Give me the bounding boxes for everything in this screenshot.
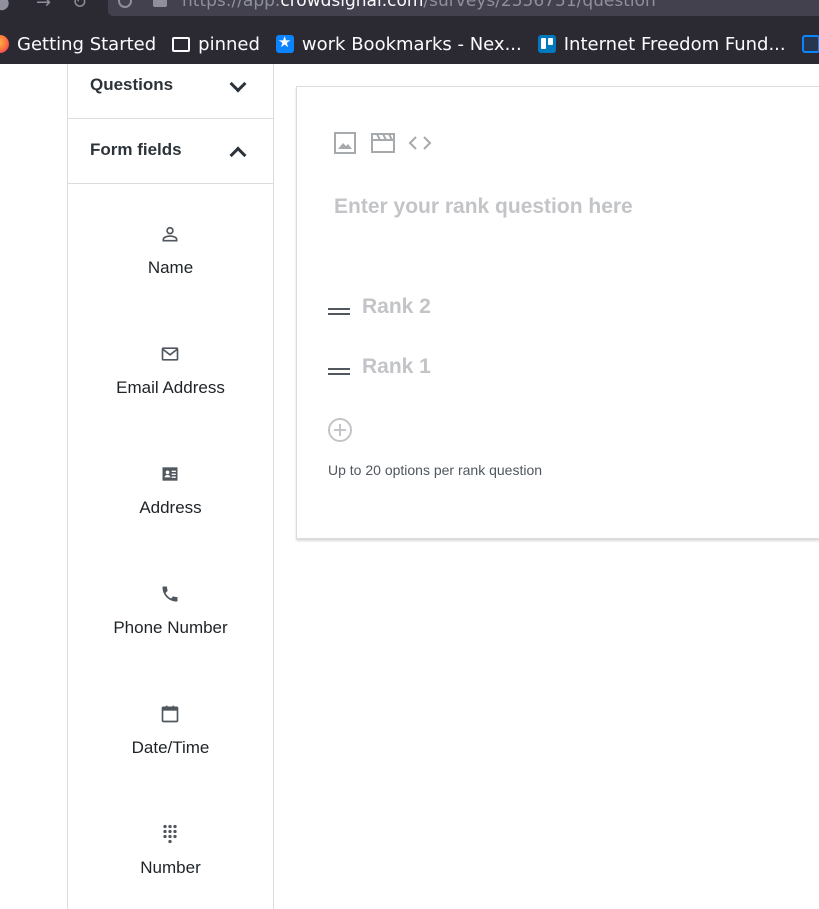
firefox-icon [0, 35, 9, 53]
keypad-icon [163, 824, 177, 844]
trello-icon [537, 35, 556, 53]
folder-icon [172, 36, 191, 52]
url-row: ● → ↻ https://app.crowdsignal.com/survey… [0, 0, 819, 19]
drag-handle-icon[interactable] [328, 308, 350, 315]
rank-option[interactable]: Rank 1 [328, 355, 628, 385]
field-address[interactable]: Address [68, 464, 273, 544]
calendar-bookmark-icon [801, 35, 819, 53]
star-icon [275, 33, 294, 53]
sidebar: Questions Form fields Name Email Address… [67, 64, 274, 909]
bookmark-folder-pinned[interactable]: pinned [172, 34, 260, 55]
browser-chrome: ● → ↻ https://app.crowdsignal.com/survey… [0, 0, 819, 64]
field-email[interactable]: Email Address [68, 344, 273, 424]
code-icon[interactable] [407, 131, 433, 155]
field-label: Number [140, 858, 201, 877]
back-button[interactable]: ● [0, 0, 10, 13]
bookmark-getting-started[interactable]: Getting Started [0, 34, 156, 55]
bookmark-internet-freedom[interactable]: Internet Freedom Fund... [537, 33, 786, 55]
bookmark-label: pinned [198, 33, 260, 55]
form-fields-title: Form fields [90, 140, 182, 159]
field-name[interactable]: Name [68, 224, 273, 304]
add-option-icon[interactable] [328, 418, 352, 442]
field-number[interactable]: Number [68, 824, 273, 904]
field-phone[interactable]: Phone Number [68, 584, 273, 664]
question-title-input[interactable]: Enter your rank question here [334, 195, 633, 219]
url-host: crowdsignal.com [280, 0, 424, 11]
field-label: Date/Time [131, 738, 210, 757]
rank-question-card: Enter your rank question here Rank 2 Ran… [296, 86, 819, 539]
lock-icon[interactable] [153, 0, 167, 7]
field-label: Email Address [116, 378, 225, 397]
questions-accordion[interactable]: Questions [68, 64, 273, 119]
field-label: Phone Number [113, 618, 228, 637]
chevron-up-icon[interactable] [229, 146, 247, 164]
form-fields-accordion[interactable]: Form fields [68, 119, 273, 184]
video-icon[interactable] [370, 131, 396, 155]
field-label: Name [147, 258, 194, 277]
rank-option-input[interactable]: Rank 1 [362, 355, 431, 379]
chevron-down-icon[interactable] [229, 75, 247, 93]
questions-title: Questions [90, 75, 174, 94]
phone-icon [162, 586, 178, 602]
rank-option-input[interactable]: Rank 2 [362, 295, 431, 319]
bookmark-label: Internet Freedom Fund... [563, 33, 786, 55]
bookmark-work[interactable]: work Bookmarks - Nex... [275, 33, 522, 55]
mail-icon [161, 347, 179, 361]
person-icon [162, 226, 178, 242]
field-datetime[interactable]: Date/Time [68, 704, 273, 784]
address-card-icon [162, 467, 178, 481]
url-prefix: https://app. [182, 0, 281, 11]
bookmark-label: Getting Started [17, 33, 157, 55]
image-icon[interactable] [333, 131, 357, 155]
forward-button[interactable]: → [36, 0, 51, 13]
bookmarks-bar: Getting Started pinned work Bookmarks - … [0, 26, 819, 62]
options-hint: Up to 20 options per rank question [328, 462, 543, 478]
reload-button[interactable]: ↻ [72, 0, 87, 13]
url-path: /surveys/2556751/question [423, 0, 656, 11]
url-text[interactable]: https://app.crowdsignal.com/surveys/2556… [182, 0, 656, 11]
bookmark-calendar[interactable] [801, 35, 819, 53]
calendar-icon [161, 705, 179, 723]
bookmark-label: work Bookmarks - Nex... [301, 33, 522, 55]
field-label: Address [139, 498, 202, 517]
rank-option[interactable]: Rank 2 [328, 295, 628, 325]
drag-handle-icon[interactable] [328, 368, 350, 375]
